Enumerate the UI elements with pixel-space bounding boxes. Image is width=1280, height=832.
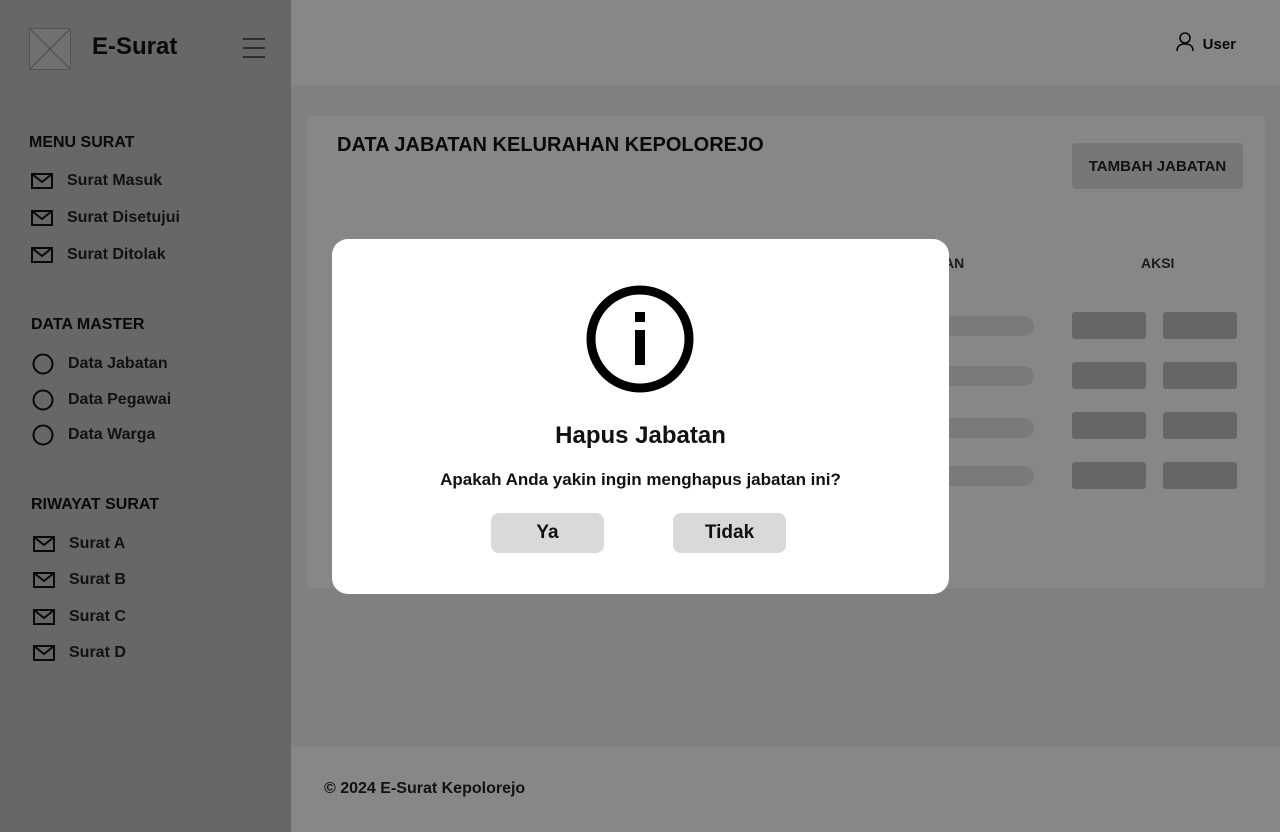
dialog-message: Apakah Anda yakin ingin menghapus jabata…: [440, 470, 841, 489]
dialog-title: Hapus Jabatan: [555, 422, 726, 449]
delete-confirmation-dialog: Hapus Jabatan Apakah Anda yakin ingin me…: [332, 239, 949, 594]
info-icon: [585, 284, 695, 399]
confirm-button[interactable]: Ya: [491, 513, 604, 553]
cancel-button[interactable]: Tidak: [673, 513, 786, 553]
